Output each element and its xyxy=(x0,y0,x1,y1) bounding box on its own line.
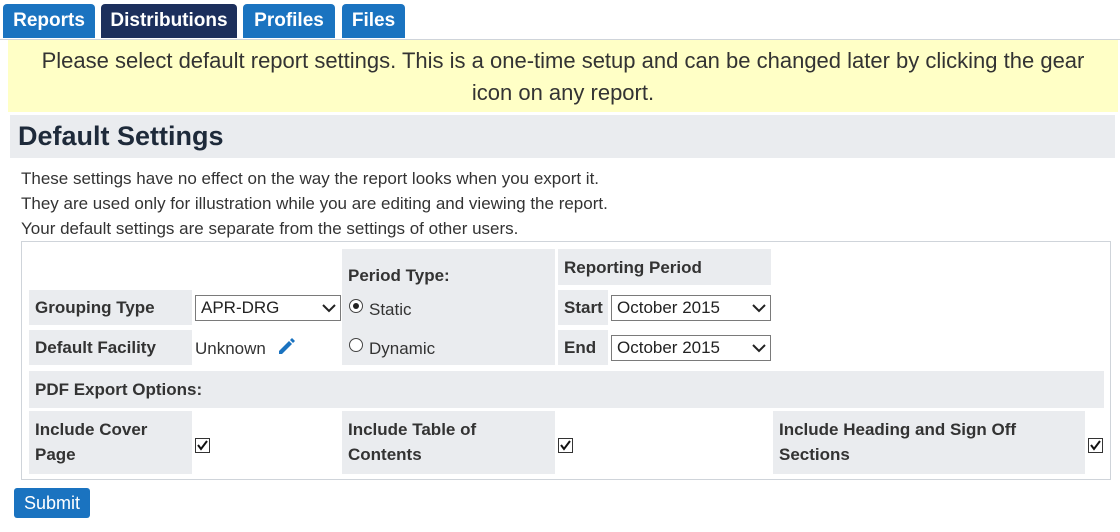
include-cover-label-line-2: Page xyxy=(35,445,76,464)
pdf-export-options-label: PDF Export Options: xyxy=(35,380,203,399)
settings-panel: Grouping Type APR-DRG Default Facility U… xyxy=(21,241,1111,480)
tab-bar: Reports Distributions Profiles Files xyxy=(0,0,1120,40)
include-cover-label-line-1: Include Cover xyxy=(35,420,148,439)
end-label: End xyxy=(564,338,597,357)
period-static-label[interactable]: Static xyxy=(369,300,412,320)
default-facility-label-cell: Default Facility xyxy=(29,330,192,365)
checkmark-icon xyxy=(1090,440,1101,451)
description-line-3: Your default settings are separate from … xyxy=(21,219,519,238)
notice-line-1: Please select default report settings. T… xyxy=(41,48,1085,73)
period-type-label: Period Type: xyxy=(348,266,450,285)
reporting-period-cell: Reporting Period xyxy=(558,249,771,285)
tab-profiles[interactable]: Profiles xyxy=(243,4,335,38)
end-period-value: October 2015 xyxy=(617,338,721,357)
start-period-value: October 2015 xyxy=(617,298,721,317)
submit-button[interactable]: Submit xyxy=(14,488,90,518)
notice-line-2: icon on any report. xyxy=(471,80,655,105)
checkmark-icon xyxy=(197,440,208,451)
period-type-cell: Period Type: Static Dynamic xyxy=(342,249,555,365)
include-heading-checkbox[interactable] xyxy=(1088,438,1103,453)
end-label-cell: End xyxy=(558,330,608,365)
include-toc-checkbox[interactable] xyxy=(558,438,573,453)
include-toc-label-cell: Include Table of Contents xyxy=(342,411,555,474)
grouping-type-select[interactable]: APR-DRG xyxy=(195,295,341,321)
grouping-type-label-cell: Grouping Type xyxy=(29,290,192,325)
include-cover-checkbox[interactable] xyxy=(195,438,210,453)
end-period-select[interactable]: October 2015 xyxy=(611,335,771,361)
pencil-icon[interactable] xyxy=(276,337,296,357)
include-heading-label-line-1: Include Heading and Sign Off xyxy=(779,420,1017,439)
include-heading-label-line-2: Sections xyxy=(779,445,850,464)
pdf-export-options-row: PDF Export Options: xyxy=(29,371,1104,408)
checkmark-icon xyxy=(560,440,571,451)
chevron-down-icon xyxy=(322,304,336,313)
setup-notice: Please select default report settings. T… xyxy=(8,40,1118,112)
tab-files[interactable]: Files xyxy=(342,4,405,38)
chevron-down-icon xyxy=(752,304,766,313)
include-toc-label-line-1: Include Table of xyxy=(348,420,477,439)
period-dynamic-label[interactable]: Dynamic xyxy=(369,339,435,359)
reporting-period-label: Reporting Period xyxy=(564,258,702,277)
chevron-down-icon xyxy=(752,344,766,353)
tab-distributions[interactable]: Distributions xyxy=(101,4,237,38)
start-period-select[interactable]: October 2015 xyxy=(611,295,771,321)
include-toc-label-line-2: Contents xyxy=(348,445,422,464)
page-title: Default Settings xyxy=(10,115,1115,158)
description-line-2: They are used only for illustration whil… xyxy=(21,194,608,213)
include-cover-label-cell: Include Cover Page xyxy=(29,411,192,474)
default-facility-label: Default Facility xyxy=(35,338,156,357)
description-line-1: These settings have no effect on the way… xyxy=(21,169,600,188)
start-label: Start xyxy=(564,298,603,317)
tab-reports[interactable]: Reports xyxy=(3,4,95,38)
default-facility-value: Unknown xyxy=(195,339,266,358)
start-label-cell: Start xyxy=(558,290,608,325)
period-dynamic-radio[interactable] xyxy=(349,338,363,352)
period-static-radio[interactable] xyxy=(349,299,363,313)
grouping-type-value: APR-DRG xyxy=(201,298,280,317)
include-heading-label-cell: Include Heading and Sign Off Sections xyxy=(773,411,1085,474)
grouping-type-label: Grouping Type xyxy=(35,298,155,317)
